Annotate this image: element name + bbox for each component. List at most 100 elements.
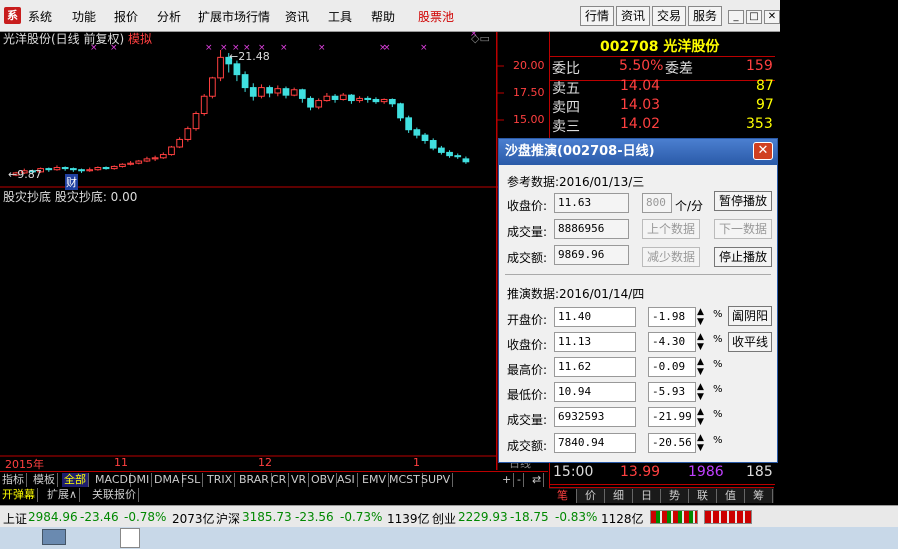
menu-news[interactable]: 资讯 — [285, 8, 309, 25]
tab-cr[interactable]: CR — [269, 473, 290, 487]
tab-plus[interactable]: + — [500, 473, 515, 487]
candle-body — [102, 167, 110, 170]
tab-extend[interactable]: 扩展∧ — [45, 488, 81, 502]
maximize-icon[interactable]: □ — [746, 10, 762, 24]
candle-body — [78, 169, 85, 172]
candle-body — [249, 87, 257, 97]
close-spin-icon[interactable]: ▲ ▼ — [697, 332, 704, 352]
tab-vr[interactable]: VR — [289, 473, 310, 487]
tab-indicator[interactable]: 指标 — [0, 473, 27, 487]
low-input[interactable]: 10.94 — [554, 382, 636, 402]
tab-jia[interactable]: 价 — [577, 489, 605, 503]
high-price-label: ←21.48 — [229, 50, 270, 63]
close-input[interactable]: 11.13 — [554, 332, 636, 352]
menu-bar: 系 系统 功能 报价 分析 扩展市场行情 资讯 工具 帮助 股票池 行情 资讯 … — [0, 0, 780, 32]
tab-emv[interactable]: EMV — [360, 473, 389, 487]
dialog-title[interactable]: 沙盘推演(002708-日线) — [499, 139, 777, 165]
high-pct-input[interactable]: -0.09 — [648, 357, 696, 377]
tab-xi[interactable]: 细 — [605, 489, 633, 503]
open-pct-sign: % — [713, 309, 723, 320]
vol-spin-icon[interactable]: ▲ ▼ — [697, 407, 704, 427]
ref-vol-field: 8886956 — [554, 219, 629, 239]
prev-data-button[interactable]: 上个数据 — [642, 219, 700, 239]
close-pct-input[interactable]: -4.30 — [648, 332, 696, 352]
pause-button[interactable]: 暂停播放 — [714, 191, 772, 211]
high-spin-icon[interactable]: ▲ ▼ — [697, 357, 704, 377]
ask5-label: 卖五 — [552, 81, 580, 97]
tab-minus[interactable]: - — [515, 473, 524, 487]
candle-body — [356, 97, 363, 102]
btn-service[interactable]: 服务 — [688, 6, 722, 26]
amt-spin-icon[interactable]: ▲ ▼ — [697, 433, 704, 453]
menu-system[interactable]: 系统 — [28, 8, 52, 25]
tab-ri[interactable]: 日 — [633, 489, 661, 503]
taskbar — [0, 527, 898, 549]
document-icon[interactable] — [120, 528, 140, 548]
tab-chou[interactable]: 筹 — [745, 489, 773, 503]
low-label: 最低价: — [507, 388, 548, 402]
tab-related-quote[interactable]: 关联报价 — [90, 488, 139, 502]
tab-lian[interactable]: 联 — [689, 489, 717, 503]
cy-change: -18.75 — [510, 510, 549, 524]
menu-stock-pool[interactable]: 股票池 — [418, 8, 454, 25]
market-volume-icon[interactable] — [704, 510, 752, 524]
close-icon[interactable]: ✕ — [753, 142, 773, 160]
menu-quote[interactable]: 报价 — [114, 8, 138, 25]
candle-body — [397, 103, 404, 119]
tab-shi[interactable]: 势 — [661, 489, 689, 503]
low-spin-icon[interactable]: ▲ ▼ — [697, 382, 704, 402]
tab-fsl[interactable]: FSL — [179, 473, 204, 487]
close-icon[interactable]: ✕ — [764, 10, 780, 24]
reduce-data-button[interactable]: 减少数据 — [642, 247, 700, 267]
tab-switch[interactable]: ⇄ — [530, 473, 545, 487]
menu-ext-market[interactable]: 扩展市场行情 — [198, 8, 270, 25]
high-input[interactable]: 11.62 — [554, 357, 636, 377]
signal-marker: × — [318, 43, 326, 53]
tab-asi[interactable]: ASI — [335, 473, 358, 487]
open-pct-input[interactable]: -1.98 — [648, 307, 696, 327]
amt-pct-input[interactable]: -20.56 — [648, 433, 696, 453]
vol-pct-input[interactable]: -21.99 — [648, 407, 696, 427]
gif-icon[interactable] — [42, 529, 66, 545]
next-data-button[interactable]: 下一数据 — [714, 219, 772, 239]
tab-brar[interactable]: BRAR — [237, 473, 272, 487]
tab-bi[interactable]: 笔 — [549, 489, 577, 503]
btn-quote[interactable]: 行情 — [580, 6, 614, 26]
tab-mcst[interactable]: MCST — [387, 473, 423, 487]
sh-pct: -0.78% — [124, 510, 167, 524]
tab-danmu[interactable]: 开弹幕 — [0, 488, 38, 502]
tab-trix[interactable]: TRIX — [205, 473, 236, 487]
tab-obv[interactable]: OBV — [309, 473, 338, 487]
candle-body — [339, 94, 347, 100]
cy-label: 创业 — [432, 512, 457, 526]
amt-input[interactable]: 7840.94 — [554, 433, 636, 453]
vol-input[interactable]: 6932593 — [554, 407, 636, 427]
hs-amount: 1139亿 — [387, 512, 430, 526]
tab-dmi[interactable]: DMI — [126, 473, 153, 487]
open-input[interactable]: 11.40 — [554, 307, 636, 327]
market-breadth-icon[interactable] — [650, 510, 698, 524]
menu-tools[interactable]: 工具 — [328, 8, 352, 25]
tab-supv[interactable]: SUPV — [419, 473, 454, 487]
tab-dma[interactable]: DMA — [152, 473, 183, 487]
menu-help[interactable]: 帮助 — [371, 8, 395, 25]
sh-change: -23.46 — [80, 510, 119, 524]
minimize-icon[interactable]: _ — [728, 10, 744, 24]
tab-template[interactable]: 模板 — [31, 473, 58, 487]
hs-value: 3185.73 — [242, 510, 292, 524]
stop-button[interactable]: 停止播放 — [714, 247, 772, 267]
low-pct-input[interactable]: -5.93 — [648, 382, 696, 402]
tab-zhi[interactable]: 值 — [717, 489, 745, 503]
candle-body — [94, 167, 102, 171]
chart-settings-icon[interactable]: ◇▭ — [471, 32, 490, 45]
btn-news[interactable]: 资讯 — [616, 6, 650, 26]
menu-analysis[interactable]: 分析 — [157, 8, 181, 25]
flat-line-button[interactable]: 收平线 — [728, 332, 772, 352]
kline-chart-area[interactable]: × × × × × × × × × × × × × — [0, 32, 548, 470]
menu-function[interactable]: 功能 — [72, 8, 96, 25]
speed-field[interactable]: 800 — [642, 193, 672, 213]
open-spin-icon[interactable]: ▲ ▼ — [697, 307, 704, 327]
tab-all[interactable]: 全部 — [62, 473, 89, 487]
yinyang-button[interactable]: 阖阴阳 — [728, 306, 772, 326]
btn-trade[interactable]: 交易 — [652, 6, 686, 26]
